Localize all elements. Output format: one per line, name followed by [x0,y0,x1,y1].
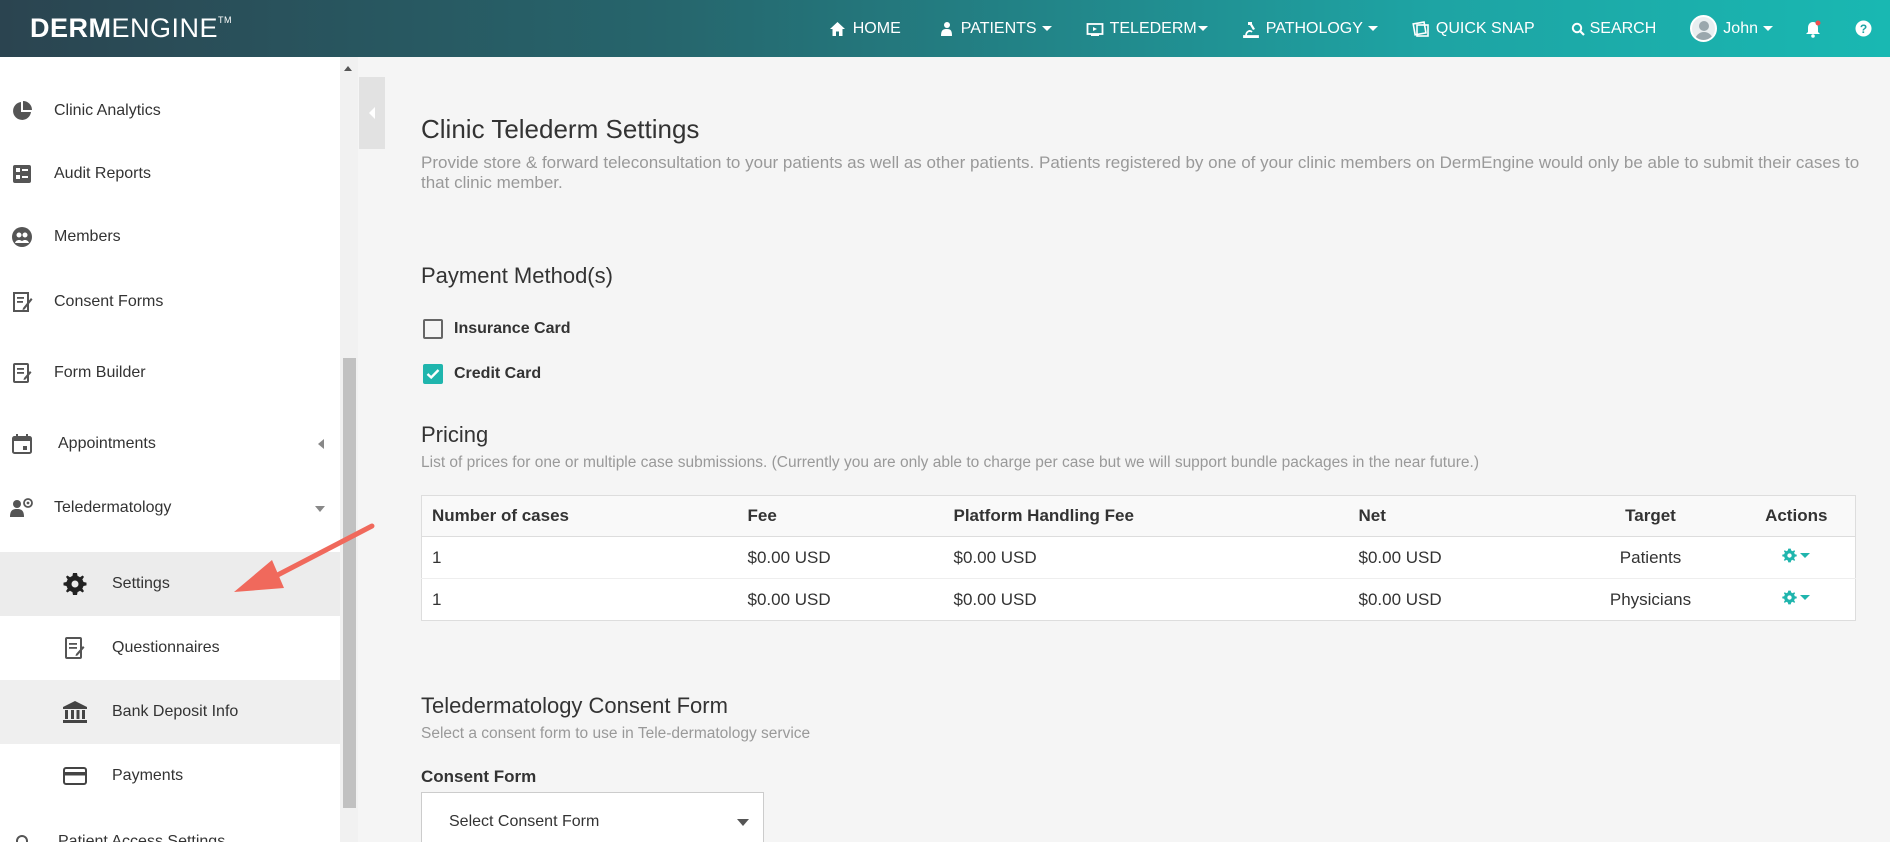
sidebar-collapse-button[interactable] [359,77,385,149]
main-nav: HOME PATIENTS TELEDERM PATHOLOGY QUICK S… [829,0,1890,57]
report-icon [10,162,34,186]
consent-form-select[interactable]: Select Consent Form [421,792,764,842]
chevron-down-icon [737,819,749,826]
help-icon: ? [1854,20,1872,38]
consent-form-heading: Teledermatology Consent Form [421,693,728,718]
sidebar-item-settings[interactable]: Settings [0,552,340,616]
pricing-description: List of prices for one or multiple case … [421,454,1479,471]
nav-patients[interactable]: PATIENTS [937,0,1052,57]
top-navbar: DERMENGINETM HOME PATIENTS TELEDERM PATH… [0,0,1890,57]
page-description: Provide store & forward teleconsultation… [421,153,1860,192]
row-actions-gear-button[interactable] [1782,548,1811,563]
sidebar-item-form-builder[interactable]: Form Builder [0,357,340,389]
search-icon [1569,20,1587,38]
sidebar-item-consent-forms[interactable]: Consent Forms [0,286,340,318]
insurance-card-checkbox[interactable]: Insurance Card [423,319,570,339]
credit-card-icon [62,764,88,788]
collapse-arrow-icon [315,506,325,512]
nav-home[interactable]: HOME [829,0,901,57]
expand-arrow-icon [318,439,324,449]
scrollbar-thumb[interactable] [343,358,356,808]
notifications-bell[interactable] [1804,0,1828,57]
bank-icon [62,700,88,724]
col-platform-fee: Platform Handling Fee [943,495,1349,537]
table-row: 1 $0.00 USD $0.00 USD $0.00 USD Patients [421,536,1856,579]
gear-icon [1782,548,1797,562]
form-builder-icon [10,361,34,385]
table-row: 1 $0.00 USD $0.00 USD $0.00 USD Physicia… [421,578,1856,621]
lock-icon [10,833,34,842]
nav-quick-snap[interactable]: QUICK SNAP [1412,0,1535,57]
nav-pathology[interactable]: PATHOLOGY [1242,0,1378,57]
telederm-screen-icon [1086,20,1104,38]
microscope-icon [1242,20,1260,38]
table-header-row: Number of cases Fee Platform Handling Fe… [421,495,1856,537]
sidebar-item-clinic-analytics[interactable]: Clinic Analytics [0,95,340,127]
questionnaire-icon [62,636,88,660]
members-icon [10,225,34,249]
sidebar-item-audit-reports[interactable]: Audit Reports [0,158,340,190]
sidebar-item-teledermatology[interactable]: Teledermatology [0,492,340,524]
user-menu[interactable]: John [1690,0,1773,57]
col-fee: Fee [737,495,944,537]
col-net: Net [1348,495,1564,537]
sidebar-item-patient-access-settings[interactable]: Patient Access Settings [0,827,340,842]
sidebar-item-questionnaires[interactable]: Questionnaires [0,616,340,680]
sidebar: Clinic Analytics Audit Reports Members C… [0,57,340,842]
payment-methods-heading: Payment Method(s) [421,263,613,288]
gear-icon [1782,590,1797,604]
consent-form-label: Consent Form [421,767,537,786]
avatar [1690,15,1718,42]
checkmark-icon [426,369,440,380]
col-actions: Actions [1737,495,1856,537]
collapse-left-icon [369,107,375,119]
sidebar-item-payments[interactable]: Payments [0,744,340,808]
quick-snap-icon [1412,20,1430,38]
bell-icon [1804,20,1822,38]
help-button[interactable]: ? [1854,0,1878,57]
calendar-icon [10,432,34,456]
nav-telederm[interactable]: TELEDERM [1086,0,1208,57]
col-target: Target [1563,495,1738,537]
sidebar-item-members[interactable]: Members [0,221,340,253]
home-icon [829,20,847,38]
consent-icon [10,290,34,314]
checkbox-unchecked[interactable] [423,319,443,339]
gear-icon [62,572,88,596]
page-title: Clinic Telederm Settings [421,114,700,144]
nav-search[interactable]: SEARCH [1569,0,1656,57]
patients-icon [937,20,955,38]
telederm-icon [10,496,34,520]
dermengine-logo[interactable]: DERMENGINETM [30,13,232,44]
pricing-table: Number of cases Fee Platform Handling Fe… [421,495,1856,621]
scroll-up-arrow-icon[interactable] [344,66,352,71]
col-number-of-cases: Number of cases [421,495,738,537]
consent-form-description: Select a consent form to use in Tele-der… [421,725,811,742]
sidebar-item-appointments[interactable]: Appointments [0,428,340,460]
credit-card-checkbox[interactable]: Credit Card [423,364,541,384]
sidebar-item-bank-deposit-info[interactable]: Bank Deposit Info [0,680,340,744]
svg-text:?: ? [1859,22,1866,36]
checkbox-checked[interactable] [423,364,443,384]
row-actions-gear-button[interactable] [1782,590,1811,605]
pricing-heading: Pricing [421,422,489,447]
pie-chart-icon [10,99,34,123]
